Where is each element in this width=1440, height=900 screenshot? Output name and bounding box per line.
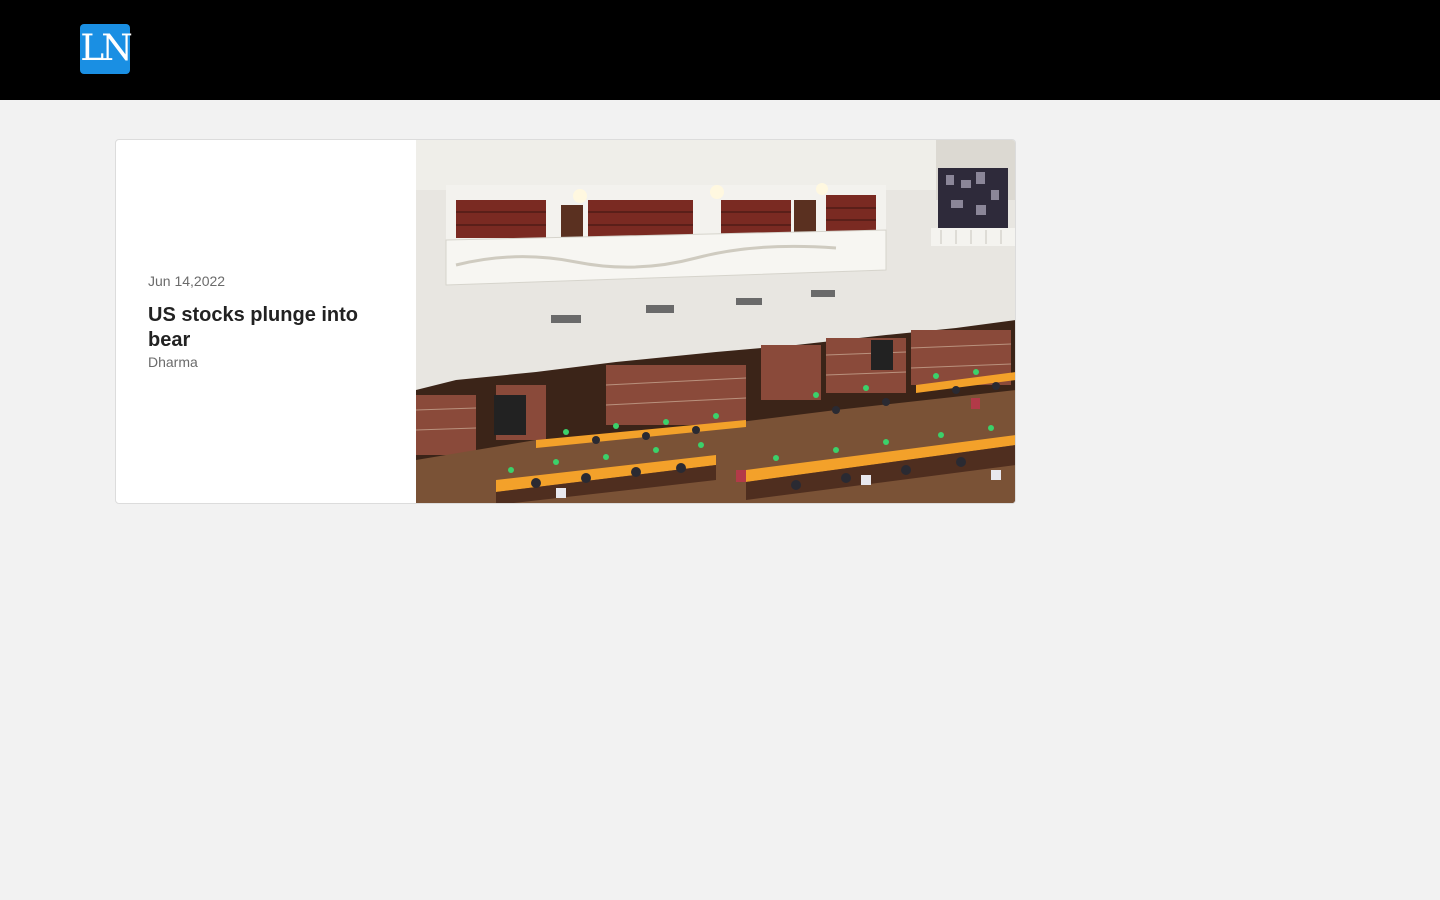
site-logo[interactable]: LN — [80, 24, 133, 74]
article-card-text: Jun 14,2022 US stocks plunge into bear D… — [116, 140, 416, 503]
article-author: Dharma — [148, 353, 198, 370]
article-card[interactable]: Jun 14,2022 US stocks plunge into bear D… — [115, 139, 1016, 504]
article-date: Jun 14,2022 — [148, 272, 226, 289]
library-reading-room-photo — [415, 140, 1015, 503]
article-image[interactable] — [415, 140, 1015, 503]
top-navigation-bar: LN — [0, 0, 1440, 100]
article-title[interactable]: US stocks plunge into bear — [148, 303, 384, 353]
